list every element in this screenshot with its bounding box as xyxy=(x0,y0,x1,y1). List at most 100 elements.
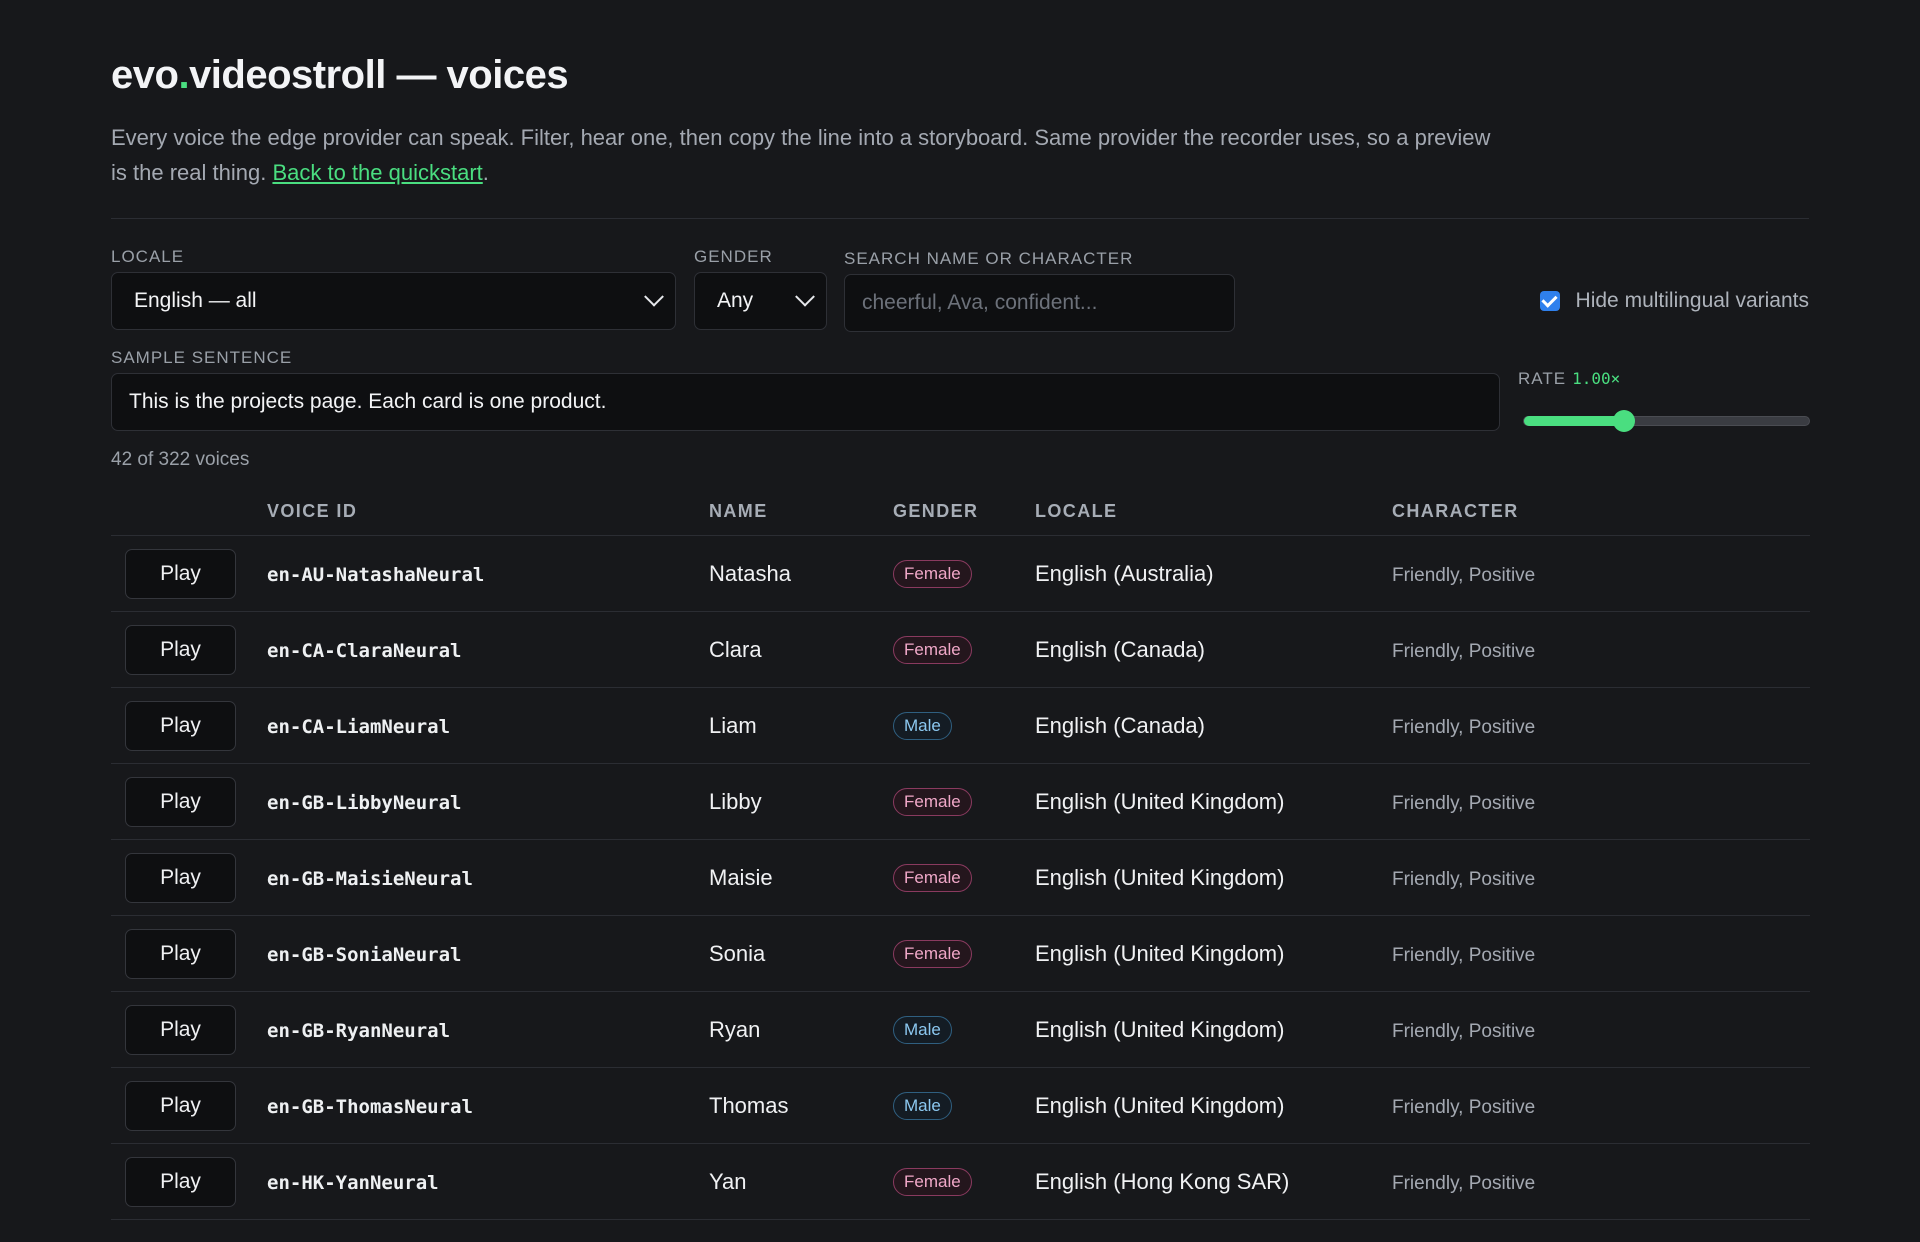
voice-name: Thomas xyxy=(709,1092,789,1118)
rate-slider-fill xyxy=(1524,416,1625,426)
sample-sentence-label: Sample sentence xyxy=(111,348,293,367)
locale-cell: English (United Kingdom) xyxy=(1035,991,1392,1068)
table-header-row: Voice ID Name Gender Locale Character xyxy=(111,487,1810,536)
voice-locale: English (United Kingdom) xyxy=(1035,1092,1285,1118)
voice-id-cell: en-CA-ClaraNeural xyxy=(267,611,709,688)
character-cell: Friendly, Positive xyxy=(1392,535,1810,612)
play-button[interactable]: Play xyxy=(125,928,236,979)
voice-id-cell: en-GB-LibbyNeural xyxy=(267,763,709,840)
play-button[interactable]: Play xyxy=(125,1080,236,1131)
character-cell: Friendly, Positive xyxy=(1392,763,1810,840)
voice-name: Maisie xyxy=(709,864,773,890)
column-header-gender-text: Gender xyxy=(893,500,979,521)
gender-cell: Female xyxy=(893,915,1035,992)
rate-value: 1.00× xyxy=(1572,369,1621,388)
filters-panel: Locale English — all Gender Any Search n… xyxy=(111,219,1810,449)
gender-cell: Male xyxy=(893,687,1035,764)
voice-id-cell: en-GB-RyanNeural xyxy=(267,991,709,1068)
play-cell: Play xyxy=(111,991,267,1068)
gender-cell: Female xyxy=(893,1143,1035,1220)
gender-cell: Male xyxy=(893,1067,1035,1144)
voice-id: en-AU-NatashaNeural xyxy=(267,563,485,586)
locale-cell: English (Australia) xyxy=(1035,535,1392,612)
play-button[interactable]: Play xyxy=(125,700,236,751)
character-cell: Friendly, Positive xyxy=(1392,991,1810,1068)
name-cell: Ryan xyxy=(709,991,893,1068)
voice-id-cell: en-CA-LiamNeural xyxy=(267,687,709,764)
locale-cell: English (Canada) xyxy=(1035,611,1392,688)
play-cell: Play xyxy=(111,839,267,916)
play-button[interactable]: Play xyxy=(125,1004,236,1055)
column-header-name-text: Name xyxy=(709,500,768,521)
table-row: Play en-AU-NatashaNeural Natasha Female Engl… xyxy=(111,535,1810,612)
sample-sentence-input[interactable]: This is the projects page. Each card is … xyxy=(111,373,1500,431)
hide-multilingual-label: Hide multilingual variants xyxy=(1575,289,1809,312)
search-input[interactable]: cheerful, Ava, confident... xyxy=(844,274,1235,332)
table-row: Play en-CA-LiamNeural Liam Male English (Can… xyxy=(111,687,1810,764)
column-header-character: Character xyxy=(1392,487,1810,536)
name-cell: Libby xyxy=(709,763,893,840)
voice-name: Clara xyxy=(709,636,762,662)
play-button[interactable]: Play xyxy=(125,624,236,675)
voice-id-cell: en-GB-MaisieNeural xyxy=(267,839,709,916)
locale-select[interactable]: English — all xyxy=(111,272,676,330)
rate-slider[interactable] xyxy=(1523,410,1810,432)
character-cell: Friendly, Positive xyxy=(1392,687,1810,764)
locale-cell: English (United Kingdom) xyxy=(1035,763,1392,840)
voice-locale: English (United Kingdom) xyxy=(1035,1016,1285,1042)
voices-table: Voice ID Name Gender Locale Character Pl… xyxy=(111,487,1810,1220)
character-cell: Friendly, Positive xyxy=(1392,839,1810,916)
column-header-gender: Gender xyxy=(893,487,1035,536)
voice-locale: English (Canada) xyxy=(1035,712,1205,738)
gender-cell: Female xyxy=(893,611,1035,688)
character-cell: Friendly, Positive xyxy=(1392,1143,1810,1220)
table-row: Play en-HK-YanNeural Yan Female English (Hon… xyxy=(111,1143,1810,1220)
voice-name: Sonia xyxy=(709,940,766,966)
play-cell: Play xyxy=(111,1067,267,1144)
voice-id: en-HK-YanNeural xyxy=(267,1171,439,1194)
voice-character: Friendly, Positive xyxy=(1392,1020,1536,1042)
rate-slider-thumb[interactable] xyxy=(1613,410,1636,432)
table-row: Play en-GB-LibbyNeural Libby Female English … xyxy=(111,763,1810,840)
page-title: evo.videostroll — voices xyxy=(111,44,1809,106)
voice-character: Friendly, Positive xyxy=(1392,944,1536,966)
column-header-name: Name xyxy=(709,487,893,536)
voice-character: Friendly, Positive xyxy=(1392,640,1536,662)
play-button[interactable]: Play xyxy=(125,852,236,903)
voice-name: Libby xyxy=(709,788,762,814)
voice-locale: English (Hong Kong SAR) xyxy=(1035,1168,1290,1194)
gender-select[interactable]: Any xyxy=(694,272,827,330)
voice-name: Liam xyxy=(709,712,757,738)
gender-badge: Male xyxy=(893,1092,952,1120)
table-row: Play en-GB-SoniaNeural Sonia Female English … xyxy=(111,915,1810,992)
search-label: Search name or character xyxy=(844,249,1134,268)
rate-label-text: Rate xyxy=(1518,369,1567,388)
voice-locale: English (United Kingdom) xyxy=(1035,788,1285,814)
voice-locale: English (United Kingdom) xyxy=(1035,864,1285,890)
gender-cell: Female xyxy=(893,839,1035,916)
play-button[interactable]: Play xyxy=(125,548,236,599)
back-to-quickstart-link[interactable]: Back to the quickstart xyxy=(272,160,482,185)
title-brand: evo xyxy=(111,53,179,97)
character-cell: Friendly, Positive xyxy=(1392,611,1810,688)
play-cell: Play xyxy=(111,611,267,688)
voice-character: Friendly, Positive xyxy=(1392,1172,1536,1194)
gender-badge: Female xyxy=(893,940,972,968)
voice-name: Yan xyxy=(709,1168,747,1194)
locale-cell: English (United Kingdom) xyxy=(1035,839,1392,916)
voice-id: en-GB-MaisieNeural xyxy=(267,867,473,890)
play-button[interactable]: Play xyxy=(125,776,236,827)
hide-multilingual-toggle[interactable]: Hide multilingual variants xyxy=(1539,289,1809,313)
gender-select-value: Any xyxy=(717,289,754,312)
locale-cell: English (Canada) xyxy=(1035,687,1392,764)
checkbox-checked-icon[interactable] xyxy=(1539,291,1560,311)
play-cell: Play xyxy=(111,687,267,764)
name-cell: Yan xyxy=(709,1143,893,1220)
voice-locale: English (Australia) xyxy=(1035,560,1214,586)
voice-id-cell: en-AU-NatashaNeural xyxy=(267,535,709,612)
gender-label: Gender xyxy=(694,247,773,266)
voice-id: en-GB-ThomasNeural xyxy=(267,1095,473,1118)
search-placeholder: cheerful, Ava, confident... xyxy=(862,291,1098,314)
gender-badge: Male xyxy=(893,1016,952,1044)
play-button[interactable]: Play xyxy=(125,1156,236,1207)
